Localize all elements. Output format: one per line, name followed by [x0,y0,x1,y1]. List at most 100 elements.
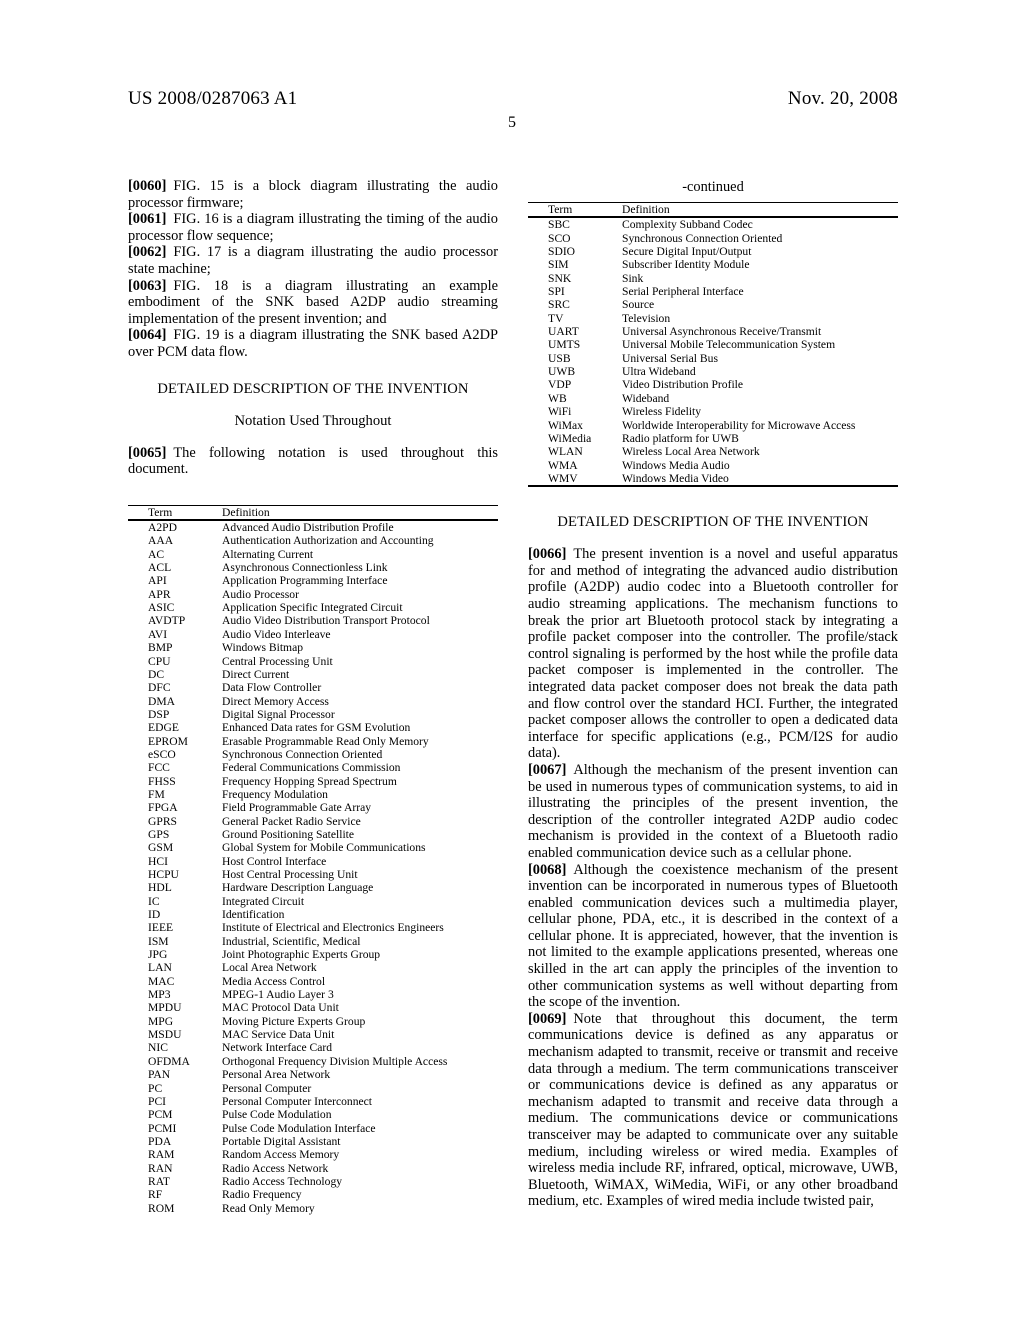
cell-definition: Central Processing Unit [222,654,333,668]
table-row: PDA Portable Digital Assistant [128,1135,498,1148]
cell-term: AC [148,547,165,561]
cell-definition: Hardware Description Language [222,881,374,895]
table-row: AVI Audio Video Interleave [128,628,498,641]
table-row: ISM Industrial, Scientific, Medical [128,935,498,948]
table-header-row: Term Definition [528,203,898,216]
table-continued-label: -continued [682,179,744,195]
table-row: EDGE Enhanced Data rates for GSM Evolutio… [128,721,498,734]
cell-definition: Radio platform for UWB [622,431,739,445]
cell-term: IEEE [148,921,174,935]
table-row: AC Alternating Current [128,548,498,561]
table-row: DFC Data Flow Controller [128,681,498,694]
cell-term: WiFi [548,405,572,419]
cell-term: HCPU [148,868,179,881]
table-row: FPGA Field Programmable Gate Array [128,801,498,814]
table-row: DSP Digital Signal Processor [128,708,498,721]
cell-term: RAN [148,1161,173,1175]
cell-definition: Television [622,311,671,325]
table-row: HCPU Host Central Processing Unit [128,868,498,881]
right-column: -continued Term Definition SBC Complexity… [528,178,898,1210]
cell-definition: Enhanced Data rates for GSM Evolution [222,721,411,735]
cell-definition: Synchronous Connection Oriented [622,231,783,245]
paragraph-tag: [0061] [128,211,167,228]
cell-term: AVI [148,627,168,641]
cell-definition: General Packet Radio Service [222,814,361,828]
cell-term: WiMedia [548,431,592,445]
cell-term: WiMax [548,418,583,432]
left-column: [0060] FIG. 15 is a block diagram illustr… [128,178,498,1215]
column-header-definition: Definition [622,203,670,216]
table-row: WLAN Wireless Local Area Network [528,445,898,458]
table-row: AAA Authentication Authorization and Acco… [128,534,498,547]
cell-definition: Personal Area Network [222,1068,331,1082]
paragraph-text: Although the mechanism of the present in… [528,761,898,861]
table-row: UWB Ultra Wideband [528,365,898,378]
cell-term: SBC [548,218,570,232]
table-row: RAT Radio Access Technology [128,1175,498,1188]
cell-term: USB [548,351,571,365]
paragraph-0065: [0065] The following notation is used thr… [128,445,498,478]
cell-term: PCMI [148,1121,177,1135]
cell-definition: Secure Digital Input/Output [622,245,752,259]
table-row: PCI Personal Computer Interconnect [128,1095,498,1108]
cell-term: WLAN [548,445,583,459]
cell-definition: Advanced Audio Distribution Profile [222,521,394,535]
term-definition-body-left: A2PD Advanced Audio Distribution Profile A… [128,521,498,1215]
table-row: APR Audio Processor [128,588,498,601]
term-definition-body-right: SBC Complexity Subband Codec SCO Synchronou… [528,218,898,485]
cell-term: ASIC [148,601,175,615]
cell-definition: Network Interface Card [222,1041,333,1055]
cell-definition: Pulse Code Modulation [222,1108,332,1122]
table-row: SIM Subscriber Identity Module [528,258,898,271]
cell-definition: Radio Access Technology [222,1174,343,1188]
table-row: ACL Asynchronous Connectionless Link [128,561,498,574]
cell-definition: Host Control Interface [222,854,327,868]
cell-definition: Moving Picture Experts Group [222,1014,366,1028]
cell-term: JPG [148,948,168,962]
cell-definition: Read Only Memory [222,1201,315,1215]
table-row: A2PD Advanced Audio Distribution Profile [128,521,498,534]
cell-term: SRC [548,298,570,312]
cell-definition: Asynchronous Connectionless Link [222,561,388,575]
cell-term: DSP [148,707,170,721]
paragraph-0064: [0064] FIG. 19 is a diagram illustrating … [128,327,498,360]
table-row: WMA Windows Media Audio [528,459,898,472]
cell-term: GSM [148,841,174,855]
cell-definition: Alternating Current [222,547,314,561]
table-row: UART Universal Asynchronous Receive/Trans… [528,325,898,338]
cell-term: HDL [148,881,172,895]
cell-term: DC [148,667,165,681]
cell-definition: Radio Access Network [222,1161,329,1175]
paragraph-text: Note that throughout this document, the … [528,1010,898,1210]
cell-term: SDIO [548,245,576,259]
cell-term: DMA [148,694,176,708]
table-row: VDP Video Distribution Profile [528,378,898,391]
cell-definition: MAC Service Data Unit [222,1028,335,1042]
cell-term: eSCO [148,747,176,761]
paragraph-0069: [0069] Note that throughout this document… [528,1011,898,1210]
cell-definition: Application Specific Integrated Circuit [222,601,403,615]
cell-definition: Industrial, Scientific, Medical [222,934,361,948]
table-row: ROM Read Only Memory [128,1202,498,1215]
cell-definition: Universal Mobile Telecommunication Syste… [622,338,836,352]
cell-definition: Universal Serial Bus [622,351,718,365]
paragraph-tag: [0068] [528,861,567,878]
cell-definition: Institute of Electrical and Electronics … [222,921,444,935]
paragraph-text: FIG. 18 is a diagram illustrating an exa… [128,277,498,327]
paragraph-tag: [0064] [128,327,167,344]
cell-term: SPI [548,285,565,299]
cell-definition: Worldwide Interoperability for Microwave… [622,418,856,432]
table-row: ID Identification [128,908,498,921]
table-body: SBC Complexity Subband Codec SCO Synchronou… [528,218,898,485]
table-row: PCMI Pulse Code Modulation Interface [128,1122,498,1135]
cell-definition: Windows Media Video [622,471,729,485]
cell-term: ID [148,908,161,922]
cell-term: WMA [548,458,578,472]
cell-term: ISM [148,934,169,948]
cell-term: PCM [148,1108,173,1122]
cell-term: MAC [148,974,175,988]
cell-definition: Integrated Circuit [222,894,305,908]
column-header-term: Term [148,505,173,519]
paragraph-0067: [0067] Although the mechanism of the pres… [528,762,898,862]
